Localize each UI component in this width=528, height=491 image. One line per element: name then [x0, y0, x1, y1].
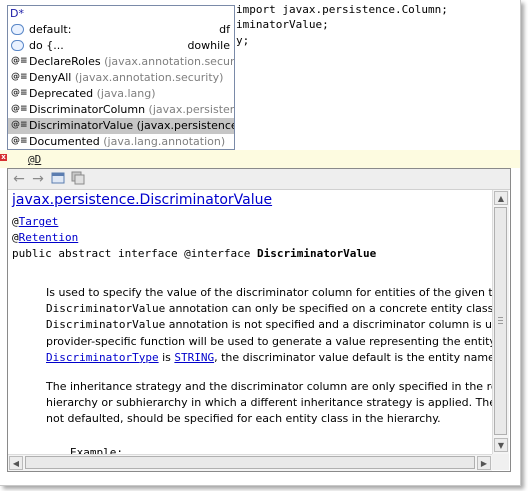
retention-link[interactable]: Retention — [19, 231, 79, 244]
template-icon — [11, 40, 24, 51]
forward-arrow-icon[interactable]: → — [30, 171, 46, 187]
code-line[interactable]: import javax.persistence.Column; — [236, 3, 448, 16]
completion-item-label: DiscriminatorColumn (javax.persistence) — [29, 103, 234, 116]
back-arrow-icon[interactable]: ← — [11, 171, 27, 187]
declaration: public abstract interface @interface Dis… — [12, 247, 377, 260]
completion-item-abbrev: df — [219, 23, 230, 36]
annotation-icon: @≡ — [11, 104, 28, 114]
discriminatortype-link[interactable]: DiscriminatorType — [46, 351, 159, 364]
completion-list[interactable]: default: df do {... dowhile @≡ DeclareRo… — [8, 22, 234, 150]
completion-item-selected[interactable]: @≡ DiscriminatorValue (javax.persistence… — [8, 118, 234, 134]
error-marker-icon[interactable]: x — [0, 154, 7, 161]
completion-item-label: Deprecated (java.lang) — [29, 87, 156, 100]
annotation-icon: @≡ — [11, 136, 28, 146]
completion-item-label: DeclareRoles (javax.annotation.security) — [29, 55, 234, 68]
completion-item[interactable]: @≡ DiscriminatorColumn (javax.persistenc… — [8, 102, 234, 118]
completion-item-label: DenyAll (javax.annotation.security) — [29, 71, 224, 84]
completion-item[interactable]: @≡ DenyAll (javax.annotation.security) — [8, 70, 234, 86]
completion-item-label: Documented (java.lang.annotation) — [29, 135, 226, 148]
horizontal-scroll-thumb[interactable] — [25, 456, 475, 469]
vertical-scroll-thumb[interactable] — [494, 207, 507, 435]
scroll-up-icon[interactable]: ▲ — [494, 191, 508, 205]
completion-item-label: do {... — [29, 39, 64, 52]
target-link[interactable]: Target — [19, 215, 59, 228]
completion-item[interactable]: @≡ Deprecated (java.lang) — [8, 86, 234, 102]
scroll-left-icon[interactable]: ◀ — [9, 456, 23, 470]
javadoc-title-link[interactable]: javax.persistence.DiscriminatorValue — [12, 192, 272, 208]
javadoc-popup[interactable]: ← → javax.persistence.DiscriminatorValue… — [7, 168, 511, 472]
annotation-icon: @≡ — [11, 88, 28, 98]
completion-item-abbrev: dowhile — [187, 39, 230, 52]
completion-item[interactable]: @≡ Documented (java.lang.annotation) — [8, 134, 234, 150]
description-paragraph: The inheritance strategy and the discrim… — [46, 380, 492, 426]
annotation-icon: @≡ — [11, 120, 28, 130]
scroll-right-icon[interactable]: ▶ — [477, 456, 491, 470]
current-line-code[interactable]: @D — [28, 153, 41, 166]
vertical-scrollbar[interactable]: ▲ ▼ — [492, 190, 509, 455]
code-line[interactable]: iminatorValue; — [236, 18, 329, 31]
meta-annotation: @Retention — [12, 231, 79, 244]
scroll-down-icon[interactable]: ▼ — [494, 438, 508, 452]
string-link[interactable]: STRING — [174, 351, 214, 364]
completion-query: D* — [10, 7, 24, 20]
completion-item[interactable]: @≡ DeclareRoles (javax.annotation.securi… — [8, 54, 234, 70]
javadoc-content: javax.persistence.DiscriminatorValue @Ta… — [8, 190, 492, 455]
annotation-icon: @≡ — [11, 72, 28, 82]
code-line[interactable]: y; — [236, 34, 249, 47]
code-completion-popup[interactable]: D* default: df do {... dowhile @≡ Declar… — [7, 5, 235, 150]
javadoc-toolbar: ← → — [8, 169, 510, 190]
meta-annotation: @Target — [12, 215, 59, 228]
description-paragraph: Is used to specify the value of the disc… — [46, 286, 492, 364]
scrollbar-corner — [492, 454, 509, 470]
current-line-text: @D — [28, 153, 42, 166]
template-icon — [11, 24, 24, 35]
go-to-source-icon[interactable] — [70, 171, 86, 187]
completion-item-label: default: — [29, 23, 72, 36]
open-in-browser-icon[interactable] — [50, 171, 66, 187]
horizontal-scrollbar[interactable]: ◀ ▶ — [8, 454, 492, 471]
annotation-icon: @≡ — [11, 56, 28, 66]
completion-item[interactable]: do {... dowhile — [8, 38, 234, 54]
completion-item-label: DiscriminatorValue (javax.persistence) — [29, 119, 234, 132]
current-line-highlight — [0, 150, 520, 168]
completion-item[interactable]: default: df — [8, 22, 234, 38]
